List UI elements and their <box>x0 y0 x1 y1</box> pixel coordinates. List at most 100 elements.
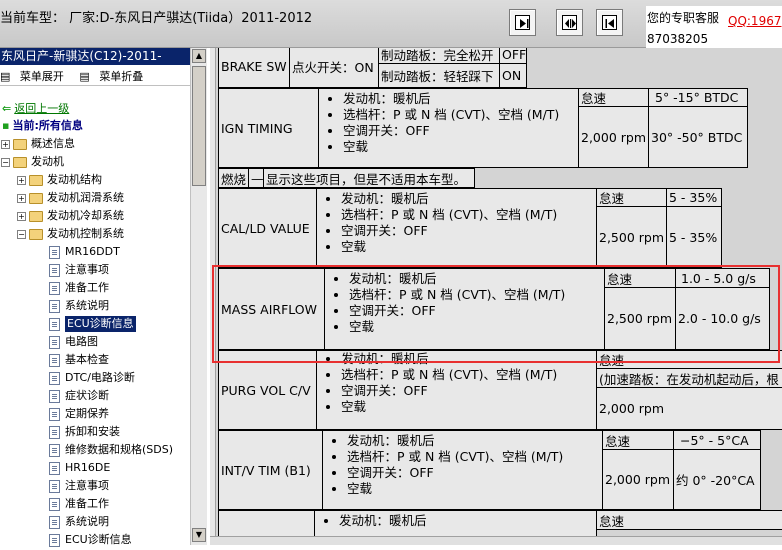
jump-next-icon <box>515 15 530 30</box>
condition-item: 发动机：暖机后 <box>341 351 596 367</box>
condition-ignition: 点火开关：ON <box>289 48 379 88</box>
cond-idle: 怠速 <box>596 350 782 369</box>
tree-item[interactable]: + 概述信息 <box>1 136 75 154</box>
document-icon <box>49 407 60 421</box>
tree-item[interactable]: 基本检查 <box>49 352 109 370</box>
tree-item[interactable]: + 发动机结构 <box>17 172 102 190</box>
tree-item[interactable]: DTC/电路诊断 <box>49 370 135 388</box>
main-content: BRAKE SW 点火开关：ON 制动踏板：完全松开 OFF 制动踏板：轻轻踩下… <box>210 48 782 545</box>
document-icon <box>49 299 60 313</box>
value-cell: 5 - 35% <box>666 206 722 268</box>
document-icon <box>49 245 60 259</box>
conditions-list: 发动机：暖机后 选档杆：P 或 N 档 (CVT)、空档 (M/T) 空调开关：… <box>316 350 597 430</box>
document-icon <box>49 263 60 277</box>
sidebar-scrollbar[interactable]: ▲ ▼ <box>190 48 207 545</box>
value-cell: 5° -15° BTDC <box>648 88 748 107</box>
condition-item: 发动机：暖机后 <box>349 271 604 287</box>
cond-note: (加速踏板：在发动机起动后，根 <box>596 368 782 388</box>
brake-state: 制动踏板：完全松开 <box>378 48 500 64</box>
current-model-label: 当前车型： 厂家:D-东风日产骐达(Tiida）2011-2012 <box>0 11 313 26</box>
folder-icon <box>29 192 43 204</box>
folder-open-icon <box>13 156 27 168</box>
current-location: ▪ 当前:所有信息 <box>2 119 83 132</box>
tree-item[interactable]: 电路图 <box>49 334 98 352</box>
cond-rpm: 2,000 rpm <box>596 387 782 430</box>
tree-item[interactable]: ECU诊断信息 <box>49 532 132 550</box>
tree-item[interactable]: 定期保养 <box>49 406 109 424</box>
item-mass-airflow: MASS AIRFLOW <box>218 268 325 350</box>
brake-value: ON <box>499 63 527 88</box>
document-icon <box>49 281 60 295</box>
tree-item[interactable]: MR16DDT <box>49 244 120 262</box>
condition-item: 选档杆：P 或 N 档 (CVT)、空档 (M/T) <box>343 107 578 123</box>
folder-icon <box>29 174 43 186</box>
tree-item[interactable]: 准备工作 <box>49 496 109 514</box>
brake-value: OFF <box>499 48 527 64</box>
condition-item: 选档杆：P 或 N 档 (CVT)、空档 (M/T) <box>341 367 596 383</box>
sidebar-title: 东风日产-新骐达(C12)-2011- <box>0 48 190 65</box>
tree-item[interactable]: 系统说明 <box>49 514 109 532</box>
document-icon <box>49 497 60 511</box>
jump-prev-button[interactable] <box>596 9 623 36</box>
scroll-thumb[interactable] <box>192 66 206 186</box>
cond-rpm: 2,000 rpm <box>578 106 649 168</box>
cond-idle: 怠速 <box>604 268 676 288</box>
tree-item[interactable]: 维修数据和规格(SDS) <box>49 442 173 460</box>
value-cell: 1.0 - 5.0 g/s <box>675 268 770 288</box>
condition-item: 空调开关：OFF <box>347 465 602 481</box>
tree-item[interactable]: 注意事项 <box>49 478 109 496</box>
tree-item-selected[interactable]: ECU诊断信息 <box>49 316 136 334</box>
tree-item[interactable]: 拆卸和安装 <box>49 424 120 442</box>
customer-service-box: 您的专职客服 QQ:1967 87038205 <box>646 6 782 48</box>
jump-both-button[interactable] <box>556 9 583 36</box>
back-link[interactable]: ⇐ 返回上一级 <box>2 101 69 119</box>
tree-item[interactable]: 准备工作 <box>49 280 109 298</box>
tree-item[interactable]: 系统说明 <box>49 298 109 316</box>
collapse-icon: − <box>17 229 26 239</box>
horizontal-scrollbar[interactable] <box>210 536 782 545</box>
qq-number: 87038205 <box>647 32 709 46</box>
item-brake-sw: BRAKE SW <box>218 48 290 88</box>
item-ign-timing: IGN TIMING <box>218 88 319 168</box>
document-icon <box>49 317 60 331</box>
condition-item: 发动机：暖机后 <box>341 191 596 207</box>
tree-item[interactable]: 注意事项 <box>49 262 109 280</box>
item-cal-ld: CAL/LD VALUE <box>218 188 317 268</box>
expand-all-button[interactable]: ▤ 菜单展开 <box>0 70 70 83</box>
divider <box>0 85 190 86</box>
scroll-down-icon[interactable]: ▼ <box>192 528 206 542</box>
document-icon <box>49 479 60 493</box>
document-icon <box>49 353 60 367</box>
condition-item: 空调开关：OFF <box>349 303 604 319</box>
expand-icon: + <box>17 193 26 203</box>
jump-prev-icon <box>602 15 617 30</box>
tree-item[interactable]: − 发动机 <box>1 154 64 172</box>
menu-icon: ▤ <box>0 70 11 83</box>
tree-item[interactable]: HR16DE <box>49 460 110 478</box>
qq-link[interactable]: QQ:1967 <box>728 14 781 28</box>
value-cell: −5° - 5°CA <box>673 430 761 450</box>
brake-state: 制动踏板：轻轻踩下 <box>378 63 500 88</box>
item-purg-vol: PURG VOL C/V <box>218 350 317 430</box>
collapse-all-button[interactable]: ▤ 菜单折叠 <box>79 70 149 83</box>
tree-item[interactable]: 症状诊断 <box>49 388 109 406</box>
cond-idle: 怠速 <box>602 430 674 450</box>
cond-idle: 怠速 <box>596 510 782 530</box>
expand-icon: + <box>1 139 10 149</box>
tree-item[interactable]: − 发动机控制系统 <box>17 226 124 244</box>
condition-item: 空载 <box>341 399 596 415</box>
combustion-note: 显示这些项目，但是不适用本车型。 <box>263 168 475 188</box>
back-arrow-icon: ⇐ <box>2 102 12 115</box>
scroll-up-icon[interactable]: ▲ <box>192 49 206 63</box>
condition-item: 空载 <box>343 139 578 155</box>
conditions-list: 发动机：暖机后 选档杆：P 或 N 档 (CVT)、空档 (M/T) 空调开关：… <box>318 88 579 168</box>
tree-item[interactable]: + 发动机润滑系统 <box>17 190 124 208</box>
jump-next-button[interactable] <box>509 9 536 36</box>
document-icon <box>49 425 60 439</box>
tree-item[interactable]: + 发动机冷却系统 <box>17 208 124 226</box>
cond-rpm: 2,000 rpm <box>602 449 674 510</box>
sidebar: 东风日产-新骐达(C12)-2011- ▤ 菜单展开 ▤ 菜单折叠 ⇐ 返回上一级… <box>0 48 207 547</box>
item-intv-tim: INT/V TIM (B1) <box>218 430 323 510</box>
condition-item: 选档杆：P 或 N 档 (CVT)、空档 (M/T) <box>341 207 596 223</box>
splitter[interactable] <box>210 48 216 545</box>
